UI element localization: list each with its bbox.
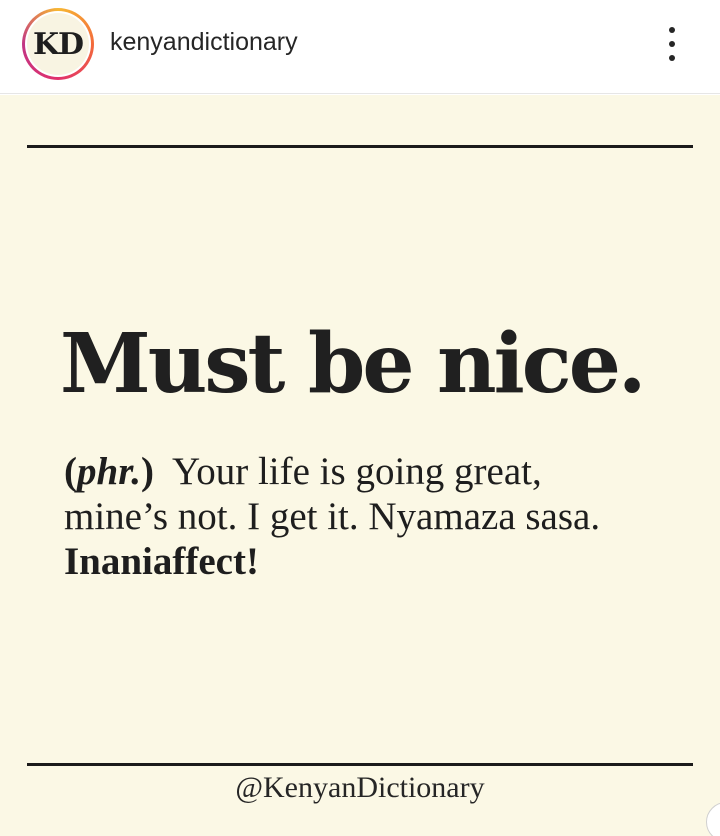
headword: Must be nice. [60, 316, 646, 412]
post-image[interactable]: Must be nice. (phr.) Your life is going g… [0, 95, 720, 836]
account-handle: @KenyanDictionary [235, 771, 485, 804]
pos-open-paren: ( [64, 450, 77, 493]
definition-line-2: mine’s not. I get it. Nyamaza sasa. [64, 495, 601, 538]
definition-closing: Inaniaffect! [64, 540, 259, 583]
more-vertical-icon[interactable] [655, 24, 689, 64]
more-dot [669, 55, 675, 61]
avatar-frame: KD [25, 11, 91, 77]
definition: (phr.) Your life is going great, mine’s n… [64, 449, 684, 584]
part-of-speech: (phr.) [64, 450, 154, 493]
more-dot [669, 27, 675, 33]
bottom-rule [27, 763, 693, 766]
more-dot [669, 41, 675, 47]
story-ring[interactable]: KD [22, 8, 94, 80]
pos-abbreviation: phr. [77, 450, 141, 493]
definition-line-1: Your life is going great, [171, 450, 542, 493]
top-rule [27, 145, 693, 148]
username-link[interactable]: kenyandictionary [110, 28, 298, 57]
avatar[interactable]: KD [27, 13, 89, 75]
post-header: KD kenyandictionary [0, 0, 720, 94]
pos-close-paren: ) [140, 450, 154, 493]
